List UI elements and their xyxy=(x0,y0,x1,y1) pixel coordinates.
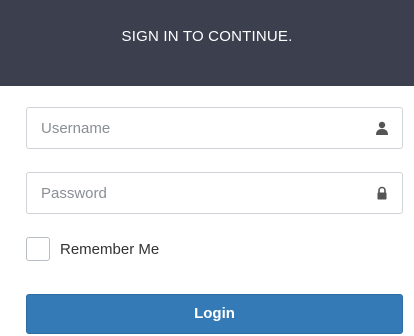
remember-me-checkbox[interactable] xyxy=(26,237,50,261)
login-button[interactable]: Login xyxy=(26,294,403,334)
login-header: SIGN IN TO CONTINUE. xyxy=(0,0,414,86)
password-input[interactable] xyxy=(27,173,347,213)
lock-icon xyxy=(375,186,389,200)
remember-me-row[interactable]: Remember Me xyxy=(26,236,159,262)
username-input[interactable] xyxy=(27,108,347,148)
remember-me-label[interactable]: Remember Me xyxy=(60,241,159,258)
page-title: SIGN IN TO CONTINUE. xyxy=(121,28,293,45)
username-field[interactable] xyxy=(26,107,403,149)
password-field[interactable] xyxy=(26,172,403,214)
user-icon xyxy=(375,121,389,135)
login-panel: SIGN IN TO CONTINUE. Remember Me Login xyxy=(0,0,414,336)
